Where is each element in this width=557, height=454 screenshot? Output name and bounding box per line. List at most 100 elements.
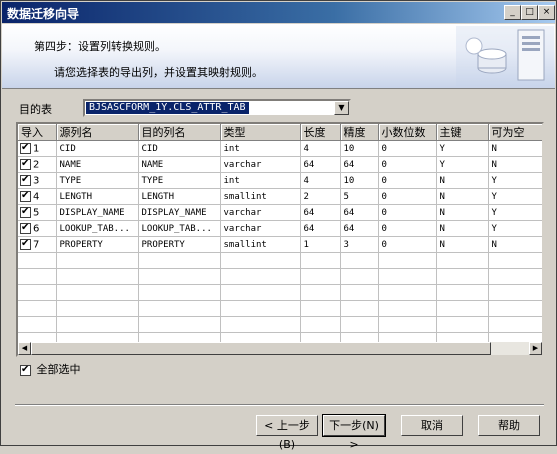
import-checkbox[interactable] bbox=[20, 190, 31, 202]
col-header-scale[interactable]: 小数位数 bbox=[378, 124, 437, 141]
length-cell[interactable]: 1 bbox=[300, 236, 341, 253]
import-checkbox[interactable] bbox=[20, 142, 31, 154]
import-checkbox[interactable] bbox=[20, 206, 31, 218]
precision-cell[interactable]: 3 bbox=[340, 236, 379, 253]
nullable-cell[interactable]: Y bbox=[488, 172, 542, 189]
col-header-length[interactable]: 长度 bbox=[300, 124, 341, 141]
primary-key-cell[interactable]: N bbox=[436, 220, 489, 237]
precision-cell[interactable]: 10 bbox=[340, 172, 379, 189]
import-cell[interactable]: 7 bbox=[18, 236, 57, 253]
type-cell[interactable]: varchar bbox=[220, 156, 301, 173]
scale-cell[interactable]: 0 bbox=[378, 140, 437, 157]
precision-cell[interactable]: 5 bbox=[340, 188, 379, 205]
minimize-button[interactable]: _ bbox=[504, 5, 521, 20]
scale-cell[interactable]: 0 bbox=[378, 220, 437, 237]
primary-key-cell[interactable]: N bbox=[436, 236, 489, 253]
select-all-checkbox[interactable] bbox=[20, 364, 31, 376]
primary-key-cell[interactable]: Y bbox=[436, 140, 489, 157]
type-cell[interactable]: int bbox=[220, 172, 301, 189]
table-row[interactable]: 1 CID CID int 4 10 0 Y N bbox=[18, 140, 544, 157]
cancel-button[interactable]: 取消 bbox=[401, 415, 463, 436]
import-checkbox[interactable] bbox=[20, 222, 31, 234]
target-cell[interactable]: CID bbox=[138, 140, 221, 157]
length-cell[interactable]: 4 bbox=[300, 140, 341, 157]
close-button[interactable]: × bbox=[538, 5, 555, 20]
length-cell[interactable]: 64 bbox=[300, 220, 341, 237]
table-row[interactable]: 2 NAME NAME varchar 64 64 0 Y N bbox=[18, 156, 544, 173]
precision-cell[interactable]: 64 bbox=[340, 220, 379, 237]
default-cell[interactable]: ' bbox=[542, 221, 544, 237]
scale-cell[interactable]: 0 bbox=[378, 156, 437, 173]
length-cell[interactable]: 64 bbox=[300, 156, 341, 173]
precision-cell[interactable]: 64 bbox=[340, 156, 379, 173]
type-cell[interactable]: smallint bbox=[220, 236, 301, 253]
import-cell[interactable]: 6 bbox=[18, 220, 57, 237]
import-cell[interactable]: 3 bbox=[18, 172, 57, 189]
target-table-select[interactable]: BJSASCFORM_1Y.CLS_ATTR_TAB ▼ bbox=[83, 99, 351, 117]
default-cell[interactable]: ( bbox=[542, 237, 544, 253]
type-cell[interactable]: smallint bbox=[220, 188, 301, 205]
nullable-cell[interactable]: N bbox=[488, 236, 542, 253]
help-button[interactable]: 帮助 bbox=[478, 415, 540, 436]
table-row[interactable]: 3 TYPE TYPE int 4 10 0 N Y ( bbox=[18, 172, 544, 189]
default-cell[interactable] bbox=[542, 157, 544, 173]
import-cell[interactable]: 1 bbox=[18, 140, 57, 157]
horizontal-scrollbar[interactable]: ◀ ▶ bbox=[18, 342, 542, 355]
target-cell[interactable]: NAME bbox=[138, 156, 221, 173]
length-cell[interactable]: 4 bbox=[300, 172, 341, 189]
import-checkbox[interactable] bbox=[20, 174, 31, 186]
table-row[interactable]: 7 PROPERTY PROPERTY smallint 1 3 0 N N ( bbox=[18, 236, 544, 253]
col-header-type[interactable]: 类型 bbox=[220, 124, 301, 141]
col-header-source[interactable]: 源列名 bbox=[56, 124, 139, 141]
scale-cell[interactable]: 0 bbox=[378, 188, 437, 205]
table-row[interactable]: 4 LENGTH LENGTH smallint 2 5 0 N Y ( bbox=[18, 188, 544, 205]
import-cell[interactable]: 5 bbox=[18, 204, 57, 221]
col-header-target[interactable]: 目的列名 bbox=[138, 124, 221, 141]
chevron-down-icon[interactable]: ▼ bbox=[334, 101, 349, 115]
precision-cell[interactable]: 64 bbox=[340, 204, 379, 221]
import-cell[interactable]: 4 bbox=[18, 188, 57, 205]
primary-key-cell[interactable]: Y bbox=[436, 156, 489, 173]
scale-cell[interactable]: 0 bbox=[378, 204, 437, 221]
scrollbar-thumb[interactable] bbox=[31, 342, 491, 355]
target-cell[interactable]: DISPLAY_NAME bbox=[138, 204, 221, 221]
default-cell[interactable]: ' bbox=[542, 205, 544, 221]
table-row[interactable]: 5 DISPLAY_NAME DISPLAY_NAME varchar 64 6… bbox=[18, 204, 544, 221]
nullable-cell[interactable]: N bbox=[488, 140, 542, 157]
type-cell[interactable]: varchar bbox=[220, 204, 301, 221]
default-cell[interactable] bbox=[542, 141, 544, 157]
target-cell[interactable]: PROPERTY bbox=[138, 236, 221, 253]
scale-cell[interactable]: 0 bbox=[378, 236, 437, 253]
nullable-cell[interactable]: Y bbox=[488, 188, 542, 205]
length-cell[interactable]: 64 bbox=[300, 204, 341, 221]
import-cell[interactable]: 2 bbox=[18, 156, 57, 173]
col-header-primary-key[interactable]: 主键 bbox=[436, 124, 489, 141]
primary-key-cell[interactable]: N bbox=[436, 204, 489, 221]
import-checkbox[interactable] bbox=[20, 238, 31, 250]
nullable-cell[interactable]: Y bbox=[488, 220, 542, 237]
col-header-default[interactable]: 默 bbox=[542, 124, 544, 141]
title-bar[interactable]: 数据迁移向导 _ □ × bbox=[2, 2, 555, 23]
primary-key-cell[interactable]: N bbox=[436, 172, 489, 189]
select-all-option[interactable]: 全部选中 bbox=[20, 361, 81, 377]
nullable-cell[interactable]: Y bbox=[488, 204, 542, 221]
import-checkbox[interactable] bbox=[20, 158, 31, 170]
scroll-right-icon[interactable]: ▶ bbox=[529, 342, 542, 355]
type-cell[interactable]: int bbox=[220, 140, 301, 157]
nullable-cell[interactable]: N bbox=[488, 156, 542, 173]
back-button[interactable]: < 上一步(B) bbox=[256, 415, 318, 451]
precision-cell[interactable]: 10 bbox=[340, 140, 379, 157]
col-header-nullable[interactable]: 可为空 bbox=[488, 124, 542, 141]
length-cell[interactable]: 2 bbox=[300, 188, 341, 205]
col-header-import[interactable]: 导入 bbox=[18, 124, 57, 141]
type-cell[interactable]: varchar bbox=[220, 220, 301, 237]
target-cell[interactable]: LENGTH bbox=[138, 188, 221, 205]
table-row[interactable]: 6 LOOKUP_TAB... LOOKUP_TAB... varchar 64… bbox=[18, 220, 544, 237]
default-cell[interactable]: ( bbox=[542, 173, 544, 189]
target-cell[interactable]: TYPE bbox=[138, 172, 221, 189]
primary-key-cell[interactable]: N bbox=[436, 188, 489, 205]
default-cell[interactable]: ( bbox=[542, 189, 544, 205]
next-button[interactable]: 下一步(N) > bbox=[322, 414, 386, 451]
target-cell[interactable]: LOOKUP_TAB... bbox=[138, 220, 221, 237]
scale-cell[interactable]: 0 bbox=[378, 172, 437, 189]
